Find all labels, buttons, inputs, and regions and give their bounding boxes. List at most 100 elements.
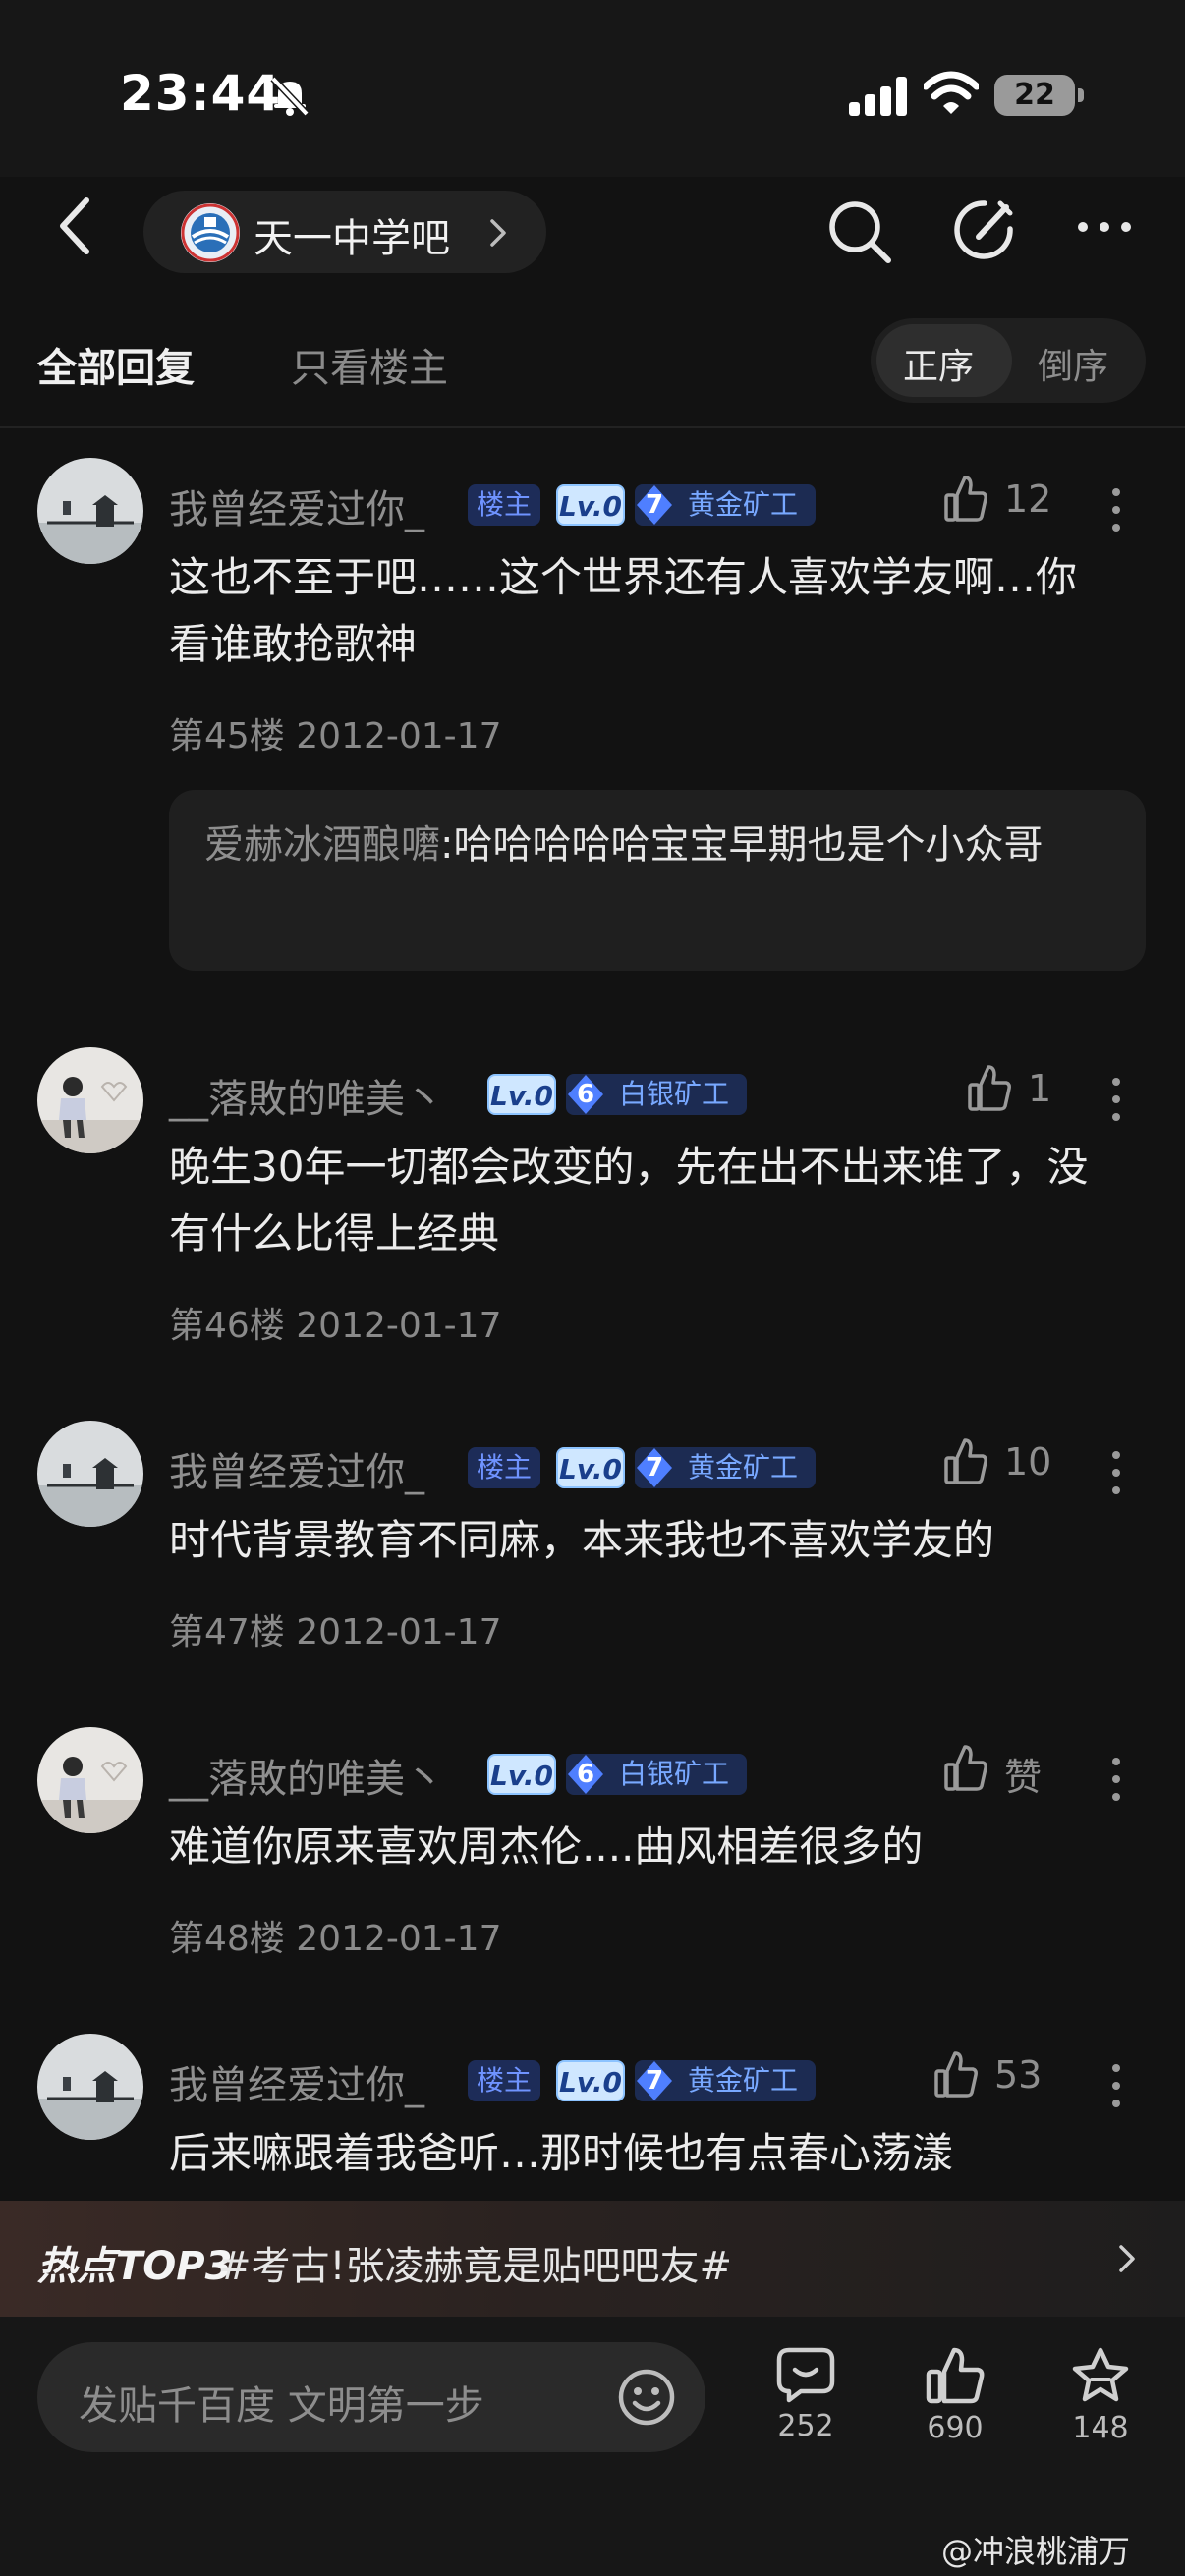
rank-badge: 6 白银矿工 [566, 1754, 747, 1795]
forum-name: 天一中学吧 [254, 216, 450, 261]
floor-number: 第48楼 [169, 1919, 285, 1959]
cellular-signal-icon [849, 77, 910, 116]
floor-number: 第46楼 [169, 1306, 285, 1346]
search-icon[interactable] [827, 199, 892, 264]
watermark-text: @冲浪桃浦万 [941, 2533, 1131, 2570]
rank-name: 白银矿工 [619, 1078, 730, 1110]
op-badge: 楼主 [468, 2060, 540, 2101]
floor-number: 第47楼 [169, 1612, 285, 1652]
rank-badge: 7 黄金矿工 [635, 484, 816, 526]
like-button[interactable]: 690 [906, 2346, 1004, 2445]
rank-badge: 7 黄金矿工 [635, 2060, 816, 2101]
favorite-button[interactable]: 148 [1051, 2346, 1150, 2445]
post-more-icon[interactable] [1111, 1077, 1121, 1122]
level-badge: Lv.0 [556, 1447, 625, 1488]
sort-toggle: 正序 倒序 [871, 318, 1146, 403]
post-date: 2012-01-17 [296, 1919, 502, 1959]
username[interactable]: __落敗的唯美丶 [169, 1067, 444, 1124]
op-badge: 楼主 [468, 484, 540, 526]
level-badge: Lv.0 [487, 1074, 556, 1115]
more-options-icon[interactable] [1077, 220, 1132, 234]
rank-name: 白银矿工 [619, 1758, 730, 1790]
username[interactable]: 我曾经爱过你_ [169, 477, 424, 534]
post-date: 2012-01-17 [296, 1306, 502, 1346]
thumbs-up-icon[interactable] [933, 2049, 979, 2099]
avatar[interactable] [37, 1047, 143, 1153]
post-more-icon[interactable] [1111, 1450, 1121, 1495]
post-content: 时代背景教育不同麻，本来我也不喜欢学友的 [169, 1516, 995, 1564]
like-count: 10 [1004, 1440, 1052, 1484]
star-icon [1072, 2347, 1129, 2402]
sort-ascending-button[interactable]: 正序 [903, 338, 974, 389]
post-more-icon[interactable] [1111, 1757, 1121, 1802]
hot-topic-banner[interactable]: 热点TOP3 #考古!张凌赫竟是贴吧吧友# [0, 2201, 1185, 2317]
username[interactable]: 我曾经爱过你_ [169, 1440, 424, 1497]
level-badge: Lv.0 [556, 2060, 625, 2101]
hot-topic-title: #考古!张凌赫竟是贴吧吧友# [218, 2244, 733, 2289]
rank-number: 7 [645, 2066, 664, 2096]
comments-button[interactable]: 252 [757, 2346, 855, 2443]
post-content: 这也不至于吧……这个世界还有人喜欢学友啊…你看谁敢抢歌神 [169, 553, 1078, 668]
reply-post: 我曾经爱过你_ 楼主 Lv.0 7 黄金矿工 10 时代背景教育不同麻，本来我也… [0, 1421, 1185, 1676]
post-meta: 第48楼 2012-01-17 [169, 1910, 501, 1961]
back-button[interactable] [53, 196, 98, 255]
wifi-icon [924, 71, 979, 116]
like-count: 53 [994, 2053, 1043, 2097]
sub-reply-separator: : [440, 822, 454, 868]
floor-number: 第45楼 [169, 716, 285, 756]
reply-input[interactable]: 发贴千百度 文明第一步 [37, 2342, 705, 2452]
post-more-icon[interactable] [1111, 2063, 1121, 2108]
comments-count: 252 [777, 2409, 834, 2443]
sort-descending-button[interactable]: 倒序 [1038, 338, 1108, 389]
avatar[interactable] [37, 1421, 143, 1527]
like-count: 1 [1028, 1067, 1052, 1110]
thumbs-up-icon[interactable] [943, 474, 988, 523]
chevron-right-icon [489, 218, 507, 248]
level-badge: Lv.0 [487, 1754, 556, 1795]
bell-muted-icon [267, 73, 312, 118]
avatar[interactable] [37, 2034, 143, 2140]
post-more-icon[interactable] [1111, 487, 1121, 532]
op-badge: 楼主 [468, 1447, 540, 1488]
forum-link[interactable]: 天一中学吧 [143, 191, 546, 273]
rank-name: 黄金矿工 [688, 1451, 799, 1484]
forum-logo-icon [181, 203, 240, 262]
emoji-icon[interactable] [617, 2368, 676, 2427]
post-content: 晚生30年一切都会改变的，先在出不出来谁了，没有什么比得上经典 [169, 1143, 1089, 1258]
thumbs-up-icon [926, 2347, 985, 2404]
username[interactable]: __落敗的唯美丶 [169, 1747, 444, 1804]
tab-only-op[interactable]: 只看楼主 [291, 336, 448, 393]
reply-filter-bar: 全部回复 只看楼主 正序 倒序 [0, 295, 1185, 428]
sub-reply[interactable]: 爱赫冰酒酿嚰:哈哈哈哈哈宝宝早期也是个小众哥 [169, 790, 1146, 971]
battery-indicator: 22 [994, 75, 1075, 116]
post-content: 后来嘛跟着我爸听…那时候也有点春心荡漾 [169, 2129, 954, 2177]
post-date: 2012-01-17 [296, 716, 502, 756]
rank-number: 7 [645, 490, 664, 520]
favorites-count: 148 [1072, 2411, 1129, 2445]
like-label: 赞 [1004, 1756, 1043, 1799]
post-meta: 第47楼 2012-01-17 [169, 1603, 501, 1654]
sub-reply-text: 爱赫冰酒酿嚰:哈哈哈哈哈宝宝早期也是个小众哥 [204, 813, 1118, 876]
chevron-right-icon [1118, 2244, 1136, 2273]
avatar[interactable] [37, 1727, 143, 1833]
thumbs-up-icon[interactable] [943, 1436, 988, 1485]
post-content: 难道你原来喜欢周杰伦....曲风相差很多的 [169, 1822, 924, 1871]
thumbs-up-icon[interactable] [943, 1743, 988, 1792]
post-meta: 第45楼 2012-01-17 [169, 707, 501, 758]
rank-name: 黄金矿工 [688, 2064, 799, 2097]
post-date: 2012-01-17 [296, 1612, 502, 1652]
rank-badge: 6 白银矿工 [566, 1074, 747, 1115]
reply-post: 我曾经爱过你_ 楼主 Lv.0 7 黄金矿工 53 后来嘛跟着我爸听…那时候也有… [0, 2034, 1185, 2201]
tab-all-replies[interactable]: 全部回复 [37, 336, 195, 393]
edit-post-icon[interactable] [951, 197, 1016, 262]
post-meta: 第46楼 2012-01-17 [169, 1297, 501, 1348]
like-count: 12 [1004, 477, 1052, 521]
rank-number: 6 [576, 1080, 595, 1109]
comment-icon [776, 2347, 835, 2403]
rank-number: 7 [645, 1453, 664, 1483]
thumbs-up-icon[interactable] [967, 1063, 1012, 1112]
reply-post: 我曾经爱过你_ 楼主 Lv.0 7 黄金矿工 12 这也不至于吧……这个世界还有… [0, 458, 1185, 988]
username[interactable]: 我曾经爱过你_ [169, 2053, 424, 2110]
sub-reply-user[interactable]: 爱赫冰酒酿嚰 [204, 822, 440, 868]
avatar[interactable] [37, 458, 143, 564]
